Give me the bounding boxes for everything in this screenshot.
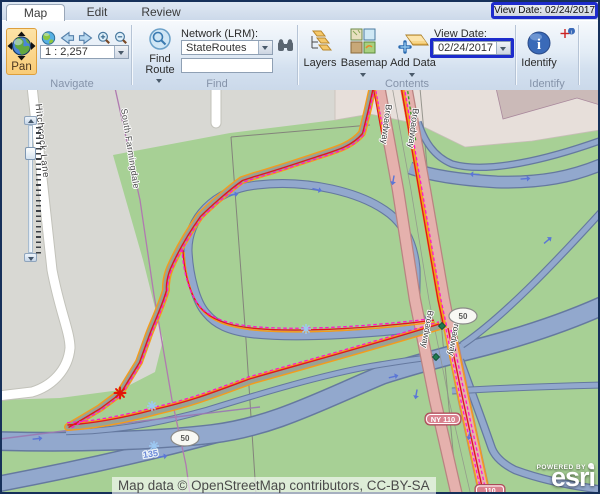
svg-text:50: 50 (459, 312, 468, 321)
svg-text:i: i (537, 37, 541, 53)
svg-text:NY 110: NY 110 (431, 415, 455, 424)
svg-text:110: 110 (484, 488, 495, 492)
svg-text:135: 135 (142, 448, 158, 460)
svg-text:50: 50 (181, 434, 190, 443)
